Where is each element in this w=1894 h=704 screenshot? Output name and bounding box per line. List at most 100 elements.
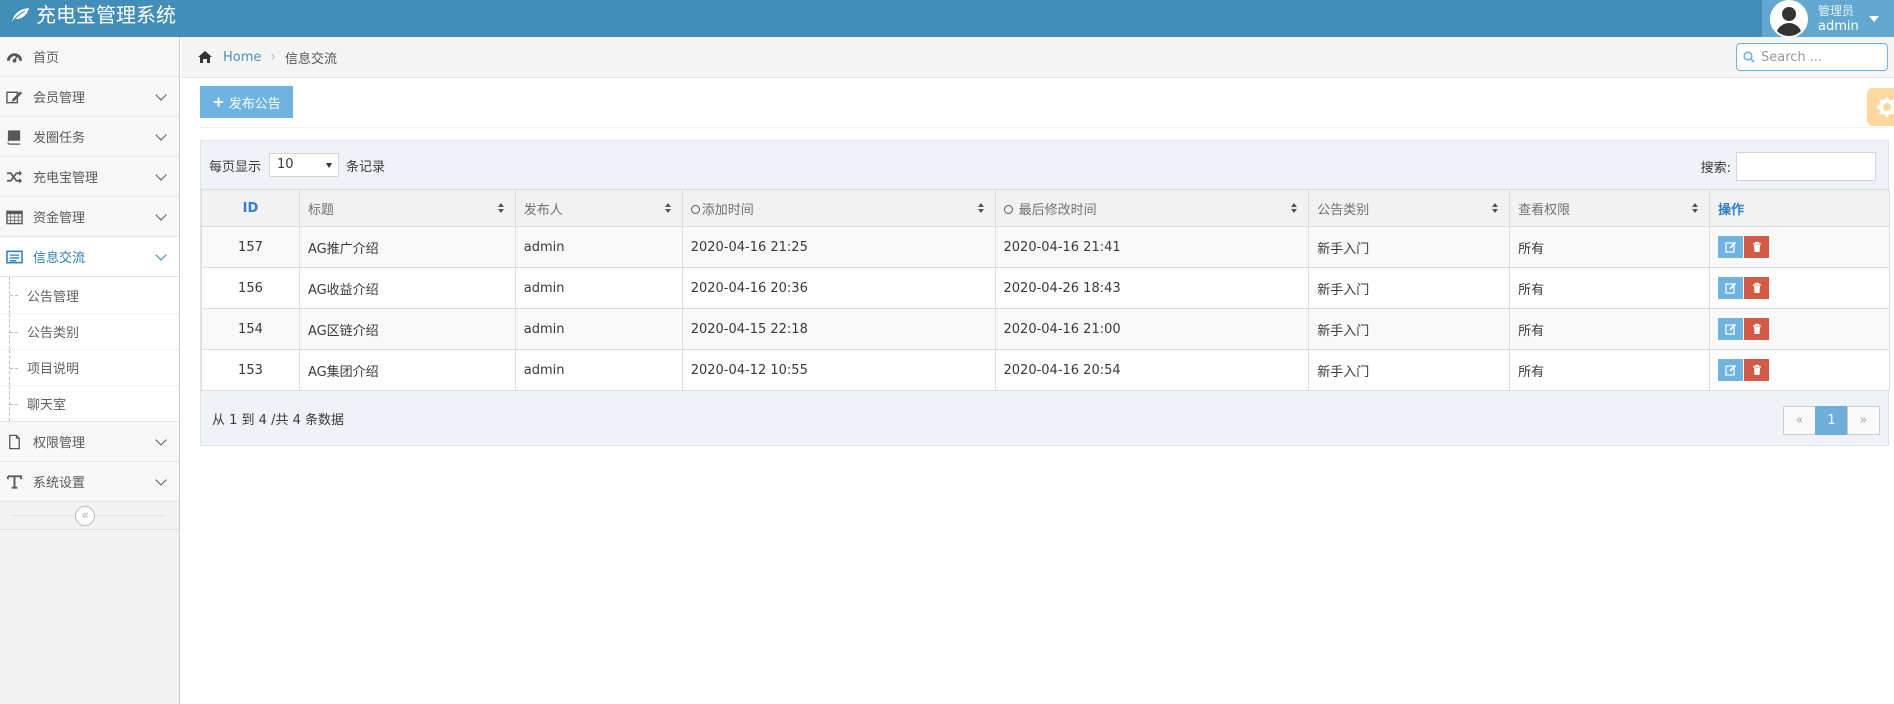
column-header-label: 最后修改时间 <box>1018 202 1097 218</box>
column-header-label: 发布人 <box>523 202 563 218</box>
sidebar-item-settings[interactable]: 系统设置 <box>0 462 179 502</box>
cell-title: AG推广介绍 <box>298 226 516 268</box>
submenu-item-label: 项目说明 <box>27 362 80 377</box>
dashboard-icon <box>4 48 24 66</box>
cell-actions <box>1709 308 1890 350</box>
cell-category: 新手入门 <box>1308 226 1511 268</box>
chevron-down-icon <box>155 434 167 446</box>
cell-title: AG收益介绍 <box>298 267 516 309</box>
column-header-publisher[interactable]: 发布人 <box>514 189 683 227</box>
cell-permission: 所有 <box>1509 308 1711 350</box>
settings-toggle[interactable] <box>1867 88 1894 126</box>
pagination-next[interactable]: » <box>1847 406 1880 435</box>
cell-publisher: admin <box>514 226 683 268</box>
sort-icon <box>1492 203 1499 214</box>
edit-icon <box>4 88 24 106</box>
sort-icon <box>977 203 985 214</box>
sidebar-item-powerbank[interactable]: 充电宝管理 <box>0 157 179 197</box>
delete-button[interactable] <box>1744 277 1770 299</box>
delete-button[interactable] <box>1744 318 1770 340</box>
column-header-modified[interactable]: 最后修改时间 <box>994 189 1310 227</box>
publish-announcement-button[interactable]: + 发布公告 <box>200 86 293 118</box>
sort-icon <box>1291 203 1298 214</box>
file-icon <box>4 433 24 451</box>
delete-button[interactable] <box>1744 236 1770 258</box>
collapse-icon[interactable]: « <box>75 506 95 526</box>
submenu-item-categories[interactable]: 公告类别 <box>0 313 179 349</box>
cell-category: 新手入门 <box>1308 267 1511 309</box>
sidebar-item-label: 资金管理 <box>33 211 86 226</box>
column-header-label: 公告类别 <box>1317 202 1370 218</box>
edit-button[interactable] <box>1718 318 1744 340</box>
submenu-item-project[interactable]: 项目说明 <box>0 349 179 385</box>
cell-actions <box>1709 226 1890 268</box>
page-length-select[interactable]: 10 <box>269 153 339 177</box>
edit-button[interactable] <box>1718 277 1744 299</box>
delete-button[interactable] <box>1744 359 1770 381</box>
table-info: 从 1 到 4 /共 4 条数据 <box>212 413 344 428</box>
cell-added: 2020-04-15 22:18 <box>681 308 996 350</box>
cell-actions <box>1709 267 1890 309</box>
table-header-row: ID 标题 发布人 添加时间 最后修改时间 公告类别 查看权限 操作 <box>201 189 1890 227</box>
nav-search <box>1736 43 1888 71</box>
submenu-item-label: 聊天室 <box>27 398 67 413</box>
list-icon <box>4 248 24 266</box>
cell-modified: 2020-04-16 21:41 <box>994 226 1310 268</box>
table-row: 156 AG收益介绍 admin 2020-04-16 20:36 2020-0… <box>201 267 1890 309</box>
edit-button[interactable] <box>1718 359 1744 381</box>
sort-icon <box>497 203 505 214</box>
sidebar-collapse: « <box>0 502 179 530</box>
avatar <box>1770 0 1808 38</box>
sidebar-item-label: 系统设置 <box>33 476 86 491</box>
sidebar-item-label: 充电宝管理 <box>33 171 99 186</box>
edit-button[interactable] <box>1718 236 1744 258</box>
sidebar-item-info[interactable]: 信息交流 <box>0 237 179 277</box>
pagination-prev[interactable]: « <box>1783 406 1816 435</box>
user-menu[interactable]: 管理员 admin <box>1762 0 1894 38</box>
edit-icon <box>1724 241 1736 253</box>
table-filter-input[interactable] <box>1736 152 1876 181</box>
pagination: « 1 » <box>1783 406 1880 435</box>
cell-id: 157 <box>201 226 300 268</box>
sort-icon <box>1692 203 1699 214</box>
caret-down-icon <box>1868 15 1879 22</box>
breadcrumb-current: 信息交流 <box>285 51 338 67</box>
column-header-title[interactable]: 标题 <box>298 189 516 227</box>
submenu-item-chat[interactable]: 聊天室 <box>0 385 179 421</box>
cell-id: 154 <box>201 308 300 350</box>
clock-icon <box>690 204 700 214</box>
edit-icon <box>1724 282 1736 294</box>
column-header-id[interactable]: ID <box>201 189 300 227</box>
edit-icon <box>1724 364 1736 376</box>
chevron-down-icon <box>155 209 167 221</box>
breadcrumb-home-link[interactable]: Home <box>223 50 261 65</box>
cell-modified: 2020-04-16 21:00 <box>994 308 1310 350</box>
cell-id: 156 <box>201 267 300 309</box>
column-header-permission[interactable]: 查看权限 <box>1509 189 1711 227</box>
breadcrumb-separator: › <box>270 49 276 65</box>
table-footer: 从 1 到 4 /共 4 条数据 « 1 » <box>201 394 1890 446</box>
brand-title: 充电宝管理系统 <box>36 3 176 27</box>
pagination-page[interactable]: 1 <box>1815 406 1848 435</box>
trash-icon <box>1752 282 1761 293</box>
cell-title: AG区链介绍 <box>298 308 516 350</box>
brand[interactable]: 充电宝管理系统 <box>10 2 176 28</box>
sidebar-item-home[interactable]: 首页 <box>0 37 179 77</box>
sidebar-item-permissions[interactable]: 权限管理 <box>0 422 179 462</box>
column-header-category[interactable]: 公告类别 <box>1308 189 1511 227</box>
search-input[interactable] <box>1761 49 1881 65</box>
submenu-item-announcements[interactable]: 公告管理 <box>0 277 179 313</box>
publish-button-label: 发布公告 <box>228 96 281 112</box>
sidebar-item-finance[interactable]: 资金管理 <box>0 197 179 237</box>
gear-icon <box>1877 97 1894 117</box>
announcement-table: ID 标题 发布人 添加时间 最后修改时间 公告类别 查看权限 操作 157 A… <box>201 189 1890 391</box>
sidebar-item-label: 首页 <box>33 51 60 66</box>
divider <box>200 127 1888 128</box>
sidebar-item-tasks[interactable]: 发圈任务 <box>0 117 179 157</box>
sidebar-item-label: 权限管理 <box>33 436 86 451</box>
submenu-info: 公告管理 公告类别 项目说明 聊天室 <box>0 277 179 422</box>
length-prefix: 每页显示 <box>209 160 262 175</box>
breadcrumb: Home › 信息交流 <box>181 37 1894 78</box>
sidebar-item-members[interactable]: 会员管理 <box>0 77 179 117</box>
column-header-added[interactable]: 添加时间 <box>681 189 996 227</box>
